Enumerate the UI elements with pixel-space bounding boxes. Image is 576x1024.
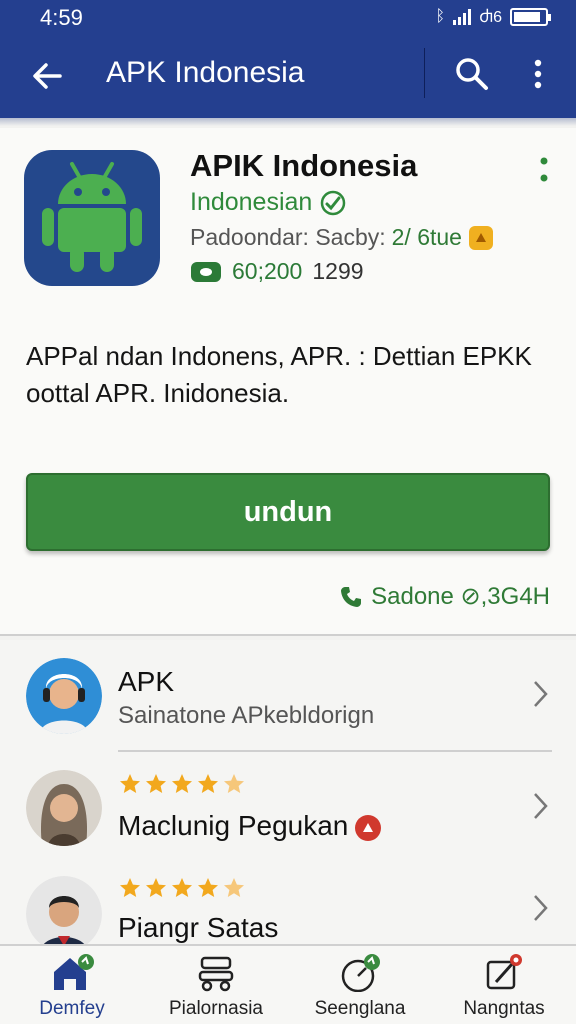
android-robot-icon — [42, 162, 142, 272]
nav-item-apps[interactable]: Pialornasia — [144, 946, 288, 1024]
downloads-row: 60;200 1299 — [190, 258, 364, 285]
edit-icon — [486, 954, 522, 990]
related-list: APK Sainatone APkebldorign Maclunig Pegu… — [0, 640, 576, 944]
page-title: APK Indonesia — [106, 56, 305, 89]
avatar-headset-image — [26, 658, 102, 734]
status-bar: 4:59 ᛒ Ⴛ6 — [0, 0, 576, 34]
app-description: APPal ndan Indonens, APR. : Dettian EPKK… — [26, 341, 532, 408]
star-icon — [146, 878, 166, 897]
developer-row: Padoondar: Sacby: 2/ 6tue — [190, 224, 494, 251]
star-icon — [146, 774, 166, 793]
language-row: Indonesian — [190, 188, 346, 217]
network-icon: Ⴛ6 — [479, 9, 502, 26]
star-icon — [198, 774, 218, 793]
list-item[interactable]: APK Sainatone APkebldorign — [0, 640, 576, 764]
gold-badge-icon — [468, 225, 493, 250]
app-language: Indonesian — [190, 188, 313, 216]
bluetooth-icon: ᛒ — [435, 8, 446, 25]
chevron-right-icon — [534, 793, 548, 819]
nav-item-home[interactable]: Demfey — [0, 946, 144, 1024]
release-date: 2/ 6tue — [391, 224, 462, 250]
star-icon — [198, 878, 218, 897]
star-icon — [224, 878, 244, 897]
app-icon — [24, 150, 160, 286]
nav-item-gauge[interactable]: Seenglana — [288, 946, 432, 1024]
chevron-right-icon — [534, 681, 548, 707]
star-icon — [120, 774, 140, 793]
avatar — [26, 770, 102, 846]
status-time: 4:59 — [40, 5, 83, 30]
nav-label: Pialornasia — [169, 998, 263, 1019]
app-bar-divider — [424, 48, 425, 98]
avatar-woman-image — [26, 770, 102, 846]
battery-icon — [510, 8, 551, 26]
list-item-title: Maclunig Pegukan — [118, 810, 382, 842]
download-count: 60;200 — [232, 258, 303, 284]
search-icon[interactable] — [452, 54, 492, 94]
star-icon — [120, 878, 140, 897]
verified-check-icon — [321, 190, 346, 215]
home-icon — [54, 954, 94, 990]
list-item[interactable]: Piangr Satas — [0, 872, 576, 944]
size-info: Sadone ⊘,3G4H — [371, 583, 550, 610]
bottom-navigation: Demfey Pialornasia Seenglana Nangntas — [0, 944, 576, 1024]
app-bar: APK Indonesia — [0, 34, 576, 118]
more-vert-icon[interactable] — [526, 54, 550, 94]
list-item-title: Piangr Satas — [118, 912, 279, 943]
list-item-title: APK — [118, 666, 175, 697]
download-button[interactable]: undun — [26, 473, 550, 551]
nav-label: Seenglana — [314, 998, 406, 1019]
rating-stars — [118, 876, 246, 906]
status-icons: ᛒ Ⴛ6 — [435, 7, 551, 27]
app-detail-card: APIK Indonesia Indonesian Padoondar: Sac… — [0, 128, 576, 636]
app-name: APIK Indonesia — [190, 148, 418, 183]
nav-label: Demfey — [39, 998, 105, 1019]
back-arrow-icon[interactable] — [28, 56, 68, 96]
nav-item-edit[interactable]: Nangntas — [432, 946, 576, 1024]
nav-label: Nangntas — [463, 998, 545, 1019]
avatar — [26, 658, 102, 734]
app-bar-shadow — [0, 118, 576, 126]
battery-level — [514, 12, 540, 22]
card-menu-icon[interactable] — [536, 156, 552, 184]
chevron-right-icon — [534, 895, 548, 921]
download-count-extra: 1299 — [312, 258, 364, 284]
avatar — [26, 876, 102, 944]
developer-name: Padoondar: Sacby: — [190, 224, 386, 250]
alert-badge-icon — [355, 814, 382, 841]
size-row: Sadone ⊘,3G4H — [339, 582, 550, 611]
apps-icon — [198, 956, 234, 992]
avatar-man-image — [26, 876, 102, 944]
star-icon — [172, 774, 192, 793]
list-divider — [118, 750, 552, 752]
download-count-icon — [191, 261, 221, 282]
star-icon — [172, 878, 192, 897]
star-icon — [224, 774, 244, 793]
rating-stars — [118, 772, 246, 802]
gauge-icon — [341, 954, 380, 992]
list-item[interactable]: Maclunig Pegukan — [0, 764, 576, 872]
list-item-subtitle: Sainatone APkebldorign — [118, 702, 375, 729]
list-item-title-text: Maclunig Pegukan — [118, 810, 349, 841]
signal-icon — [453, 9, 472, 25]
phone-icon — [341, 586, 362, 607]
